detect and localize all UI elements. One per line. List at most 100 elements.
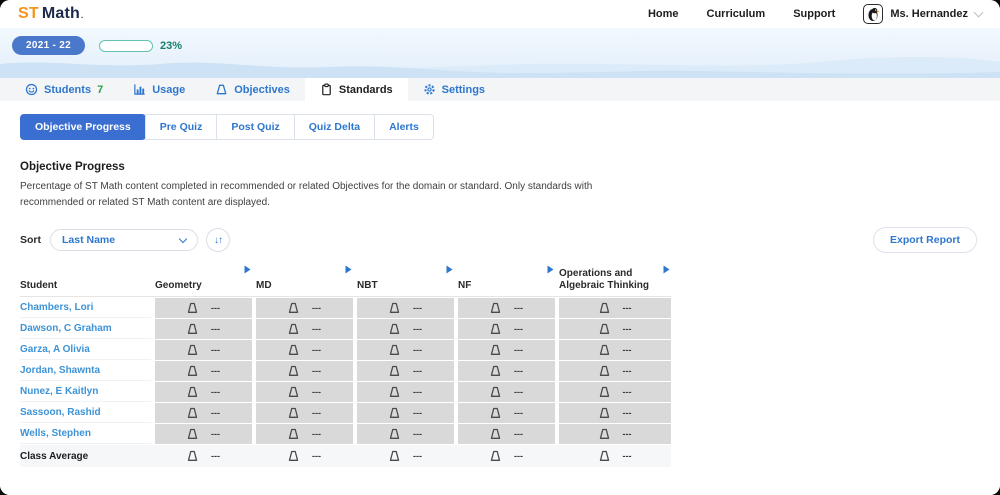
st-math-logo[interactable]: STMath. — [18, 5, 83, 23]
progress-cell[interactable]: --- — [559, 319, 671, 339]
objective-icon — [389, 386, 400, 398]
progress-cell[interactable]: --- — [357, 445, 454, 467]
student-name[interactable]: Garza, A Olivia — [20, 340, 151, 360]
objective-icon — [490, 386, 501, 398]
student-name[interactable]: Dawson, C Graham — [20, 319, 151, 339]
nav-home[interactable]: Home — [648, 8, 679, 20]
student-name[interactable]: Nunez, E Kaitlyn — [20, 382, 151, 402]
expand-arrow-icon[interactable] — [446, 265, 453, 274]
student-name: Class Average — [20, 445, 151, 467]
progress-cell[interactable]: --- — [458, 319, 555, 339]
progress-cell[interactable]: --- — [559, 298, 671, 318]
tab-settings[interactable]: Settings — [408, 78, 500, 101]
nav-curriculum[interactable]: Curriculum — [707, 8, 766, 20]
tab-objectives[interactable]: Objectives — [200, 78, 305, 101]
progress-cell[interactable]: --- — [256, 319, 353, 339]
progress-cell[interactable]: --- — [155, 361, 252, 381]
progress-cell[interactable]: --- — [256, 403, 353, 423]
tab-label: Settings — [442, 84, 485, 96]
progress-cell[interactable]: --- — [559, 445, 671, 467]
table-row: Garza, A Olivia--------------- — [20, 340, 671, 360]
progress-cell[interactable]: --- — [458, 382, 555, 402]
progress-cell[interactable]: --- — [458, 340, 555, 360]
table-body: Chambers, Lori---------------Dawson, C G… — [20, 298, 671, 467]
progress-cell[interactable]: --- — [155, 424, 252, 444]
progress-cell[interactable]: --- — [357, 340, 454, 360]
progress-cell[interactable]: --- — [357, 424, 454, 444]
progress-cell[interactable]: --- — [155, 403, 252, 423]
sort-dropdown[interactable]: Last Name — [50, 229, 198, 251]
progress-cell[interactable]: --- — [155, 445, 252, 467]
progress-cell[interactable]: --- — [559, 361, 671, 381]
objective-icon — [490, 407, 501, 419]
table-row: Nunez, E Kaitlyn--------------- — [20, 382, 671, 402]
tab-usage[interactable]: Usage — [118, 78, 200, 101]
tab-standards[interactable]: Standards — [305, 78, 408, 101]
progress-cell[interactable]: --- — [155, 382, 252, 402]
user-menu[interactable]: Ms. Hernandez — [863, 4, 982, 24]
objective-icon — [187, 302, 198, 314]
objective-icon — [389, 450, 400, 462]
objective-icon — [288, 407, 299, 419]
report-subtabs: Objective Progress Pre Quiz Post Quiz Qu… — [20, 114, 434, 140]
column-header-nf: NF — [458, 265, 555, 291]
expand-arrow-icon[interactable] — [244, 265, 251, 274]
table-header: Student Geometry MD NBT NF — [20, 265, 671, 297]
controls-row: Sort Last Name ↓↑ Export Report — [20, 227, 977, 253]
expand-arrow-icon[interactable] — [345, 265, 352, 274]
progress-cell[interactable]: --- — [559, 424, 671, 444]
progress-cell[interactable]: --- — [256, 382, 353, 402]
progress-cell[interactable]: --- — [458, 361, 555, 381]
progress-cell[interactable]: --- — [357, 319, 454, 339]
objective-icon — [490, 323, 501, 335]
school-year-pill[interactable]: 2021 - 22 — [12, 36, 85, 55]
progress-cell[interactable]: --- — [155, 340, 252, 360]
objective-icon — [490, 365, 501, 377]
student-name[interactable]: Jordan, Shawnta — [20, 361, 151, 381]
export-report-button[interactable]: Export Report — [873, 227, 977, 253]
progress-cell[interactable]: --- — [256, 445, 353, 467]
sort-arrows-icon: ↓↑ — [214, 235, 222, 246]
school-year-band: 2021 - 22 23% — [0, 28, 1000, 78]
objective-icon — [288, 386, 299, 398]
subtab-alerts[interactable]: Alerts — [374, 114, 434, 140]
progress-cell[interactable]: --- — [256, 298, 353, 318]
student-name[interactable]: Chambers, Lori — [20, 298, 151, 318]
progress-cell[interactable]: --- — [357, 403, 454, 423]
progress-cell[interactable]: --- — [256, 340, 353, 360]
student-name[interactable]: Sassoon, Rashid — [20, 403, 151, 423]
progress-cell[interactable]: --- — [458, 445, 555, 467]
subtab-quiz-delta[interactable]: Quiz Delta — [294, 114, 375, 140]
nav-support[interactable]: Support — [793, 8, 835, 20]
students-count: 7 — [97, 84, 103, 96]
progress-cell[interactable]: --- — [357, 382, 454, 402]
expand-arrow-icon[interactable] — [547, 265, 554, 274]
progress-cell[interactable]: --- — [256, 361, 353, 381]
progress-cell[interactable]: --- — [458, 298, 555, 318]
objectives-icon — [215, 83, 228, 96]
progress-cell[interactable]: --- — [155, 319, 252, 339]
progress-cell[interactable]: --- — [357, 298, 454, 318]
sort-label: Sort — [20, 234, 41, 246]
objective-icon — [599, 428, 610, 440]
subtab-post-quiz[interactable]: Post Quiz — [216, 114, 294, 140]
expand-arrow-icon[interactable] — [663, 265, 670, 274]
objective-icon — [389, 302, 400, 314]
tab-students[interactable]: Students 7 — [10, 78, 118, 101]
sort-order-button[interactable]: ↓↑ — [206, 228, 230, 252]
subtab-objective-progress[interactable]: Objective Progress — [20, 114, 146, 140]
progress-cell[interactable]: --- — [559, 382, 671, 402]
progress-cell[interactable]: --- — [357, 361, 454, 381]
page-description: Percentage of ST Math content completed … — [20, 179, 648, 210]
progress-cell[interactable]: --- — [458, 403, 555, 423]
progress-cell[interactable]: --- — [559, 340, 671, 360]
chevron-down-icon — [974, 8, 984, 18]
page-title: Objective Progress — [20, 161, 1000, 173]
progress-cell[interactable]: --- — [155, 298, 252, 318]
progress-cell[interactable]: --- — [458, 424, 555, 444]
subtab-pre-quiz[interactable]: Pre Quiz — [145, 114, 218, 140]
progress-cell[interactable]: --- — [559, 403, 671, 423]
objective-icon — [187, 386, 198, 398]
student-name[interactable]: Wells, Stephen — [20, 424, 151, 444]
progress-cell[interactable]: --- — [256, 424, 353, 444]
